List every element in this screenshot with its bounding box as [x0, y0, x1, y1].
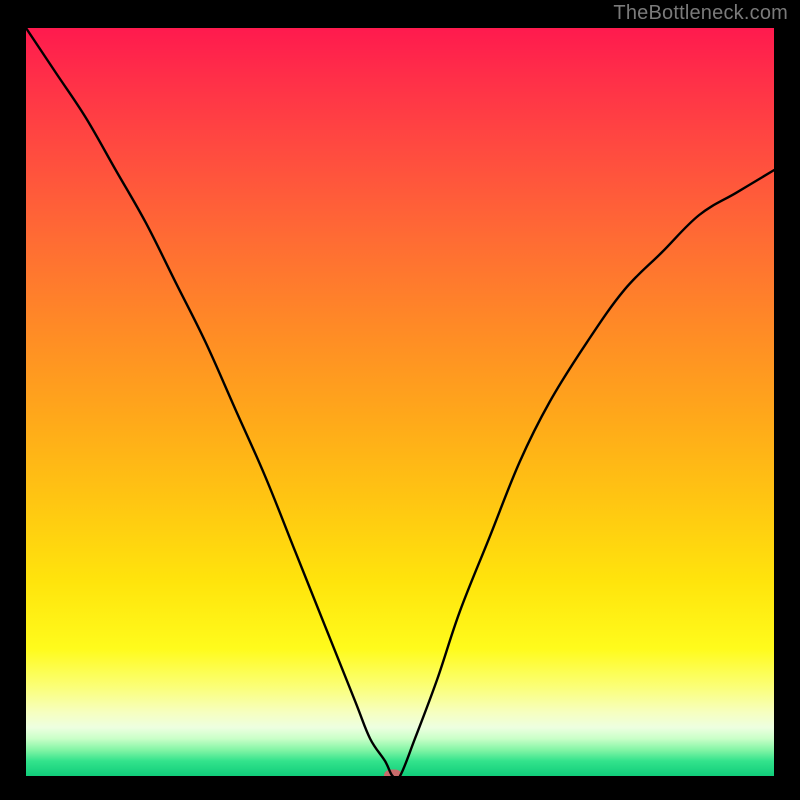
watermark-text: TheBottleneck.com [613, 2, 788, 25]
chart-frame: TheBottleneck.com [0, 0, 800, 800]
bottleneck-curve [26, 28, 774, 776]
plot-area [26, 28, 774, 776]
